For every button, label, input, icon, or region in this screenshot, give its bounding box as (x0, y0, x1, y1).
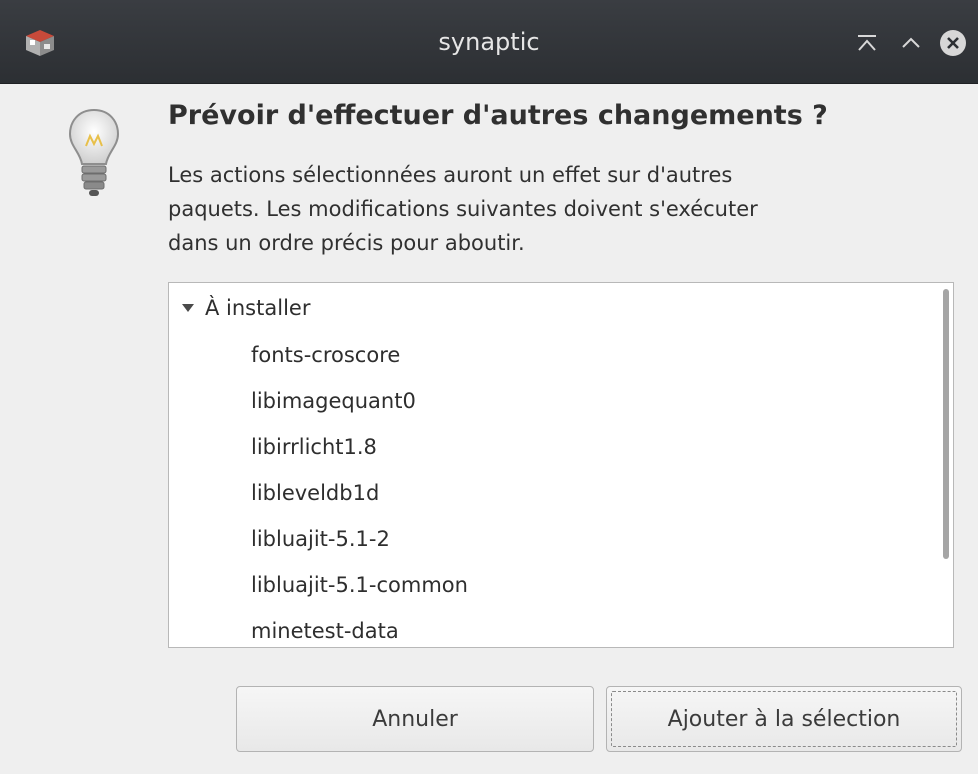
tree-item-package[interactable]: libirrlicht1.8 (251, 427, 377, 467)
cancel-button[interactable]: Annuler (236, 686, 594, 752)
tree-group-label: À installer (205, 296, 311, 320)
message-line: Les actions sélectionnées auront un effe… (168, 163, 733, 187)
tree-item-package[interactable]: libleveldb1d (251, 473, 379, 513)
add-to-selection-button[interactable]: Ajouter à la sélection (606, 686, 962, 752)
dialog-heading: Prévoir d'effectuer d'autres changements… (168, 100, 828, 131)
window-title: synaptic (438, 28, 540, 56)
tree-group-install[interactable]: À installer (169, 289, 310, 327)
changes-tree[interactable]: À installer fonts-croscore libimagequant… (168, 282, 954, 648)
tree-item-package[interactable]: libimagequant0 (251, 381, 416, 421)
keep-above-button[interactable] (852, 28, 882, 58)
tree-scrollbar[interactable] (943, 289, 949, 559)
maximize-icon (902, 37, 920, 48)
window-titlebar[interactable]: synaptic (0, 0, 978, 84)
focus-ring (611, 691, 957, 747)
dialog-body: Prévoir d'effectuer d'autres changements… (0, 84, 978, 774)
tree-item-package[interactable]: fonts-croscore (251, 335, 400, 375)
close-button[interactable] (938, 28, 968, 58)
message-line: dans un ordre précis pour aboutir. (168, 231, 525, 255)
message-line: paquets. Les modifications suivantes doi… (168, 197, 758, 221)
expander-down-icon[interactable] (181, 301, 195, 315)
dialog-message: Les actions sélectionnées auront un effe… (168, 158, 938, 260)
tree-item-package[interactable]: libluajit-5.1-2 (251, 519, 390, 559)
tree-item-package[interactable]: libluajit-5.1-common (251, 565, 468, 605)
tree-item-package[interactable]: minetest-data (251, 611, 399, 647)
keep-above-icon (858, 35, 876, 51)
maximize-button[interactable] (896, 28, 926, 58)
lightbulb-icon (64, 106, 124, 206)
close-icon (940, 30, 966, 56)
